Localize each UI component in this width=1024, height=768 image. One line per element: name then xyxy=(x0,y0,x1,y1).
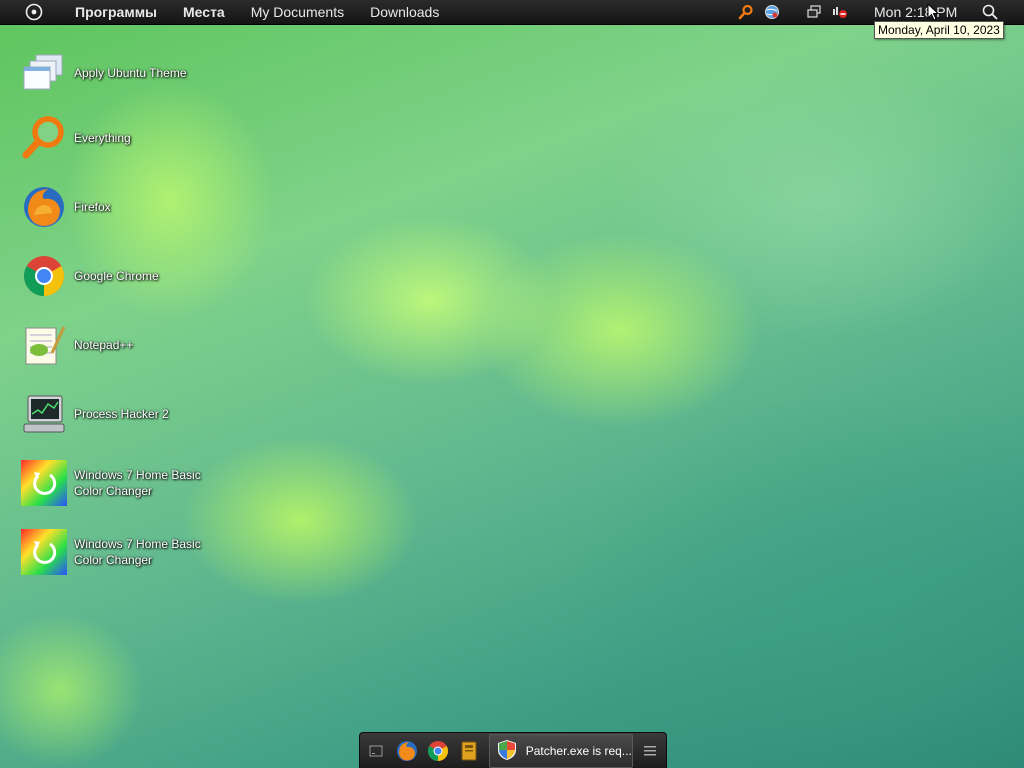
desktop-icon-firefox[interactable]: Firefox xyxy=(20,183,220,231)
desktop-icon-google-chrome[interactable]: Google Chrome xyxy=(20,252,220,300)
task-label: Patcher.exe is req... xyxy=(525,744,632,758)
dock: Patcher.exe is req... xyxy=(359,732,667,768)
desktop-icon-label: Process Hacker 2 xyxy=(74,407,169,421)
chrome-icon xyxy=(20,252,68,300)
windows-switcher-icon[interactable] xyxy=(804,0,824,24)
ubuntu-logo-icon[interactable] xyxy=(24,2,44,22)
archive-launcher-icon[interactable] xyxy=(454,735,485,767)
volume-muted-icon[interactable] xyxy=(830,0,850,24)
theme-windows-icon xyxy=(20,49,68,97)
color-changer-icon xyxy=(20,459,68,507)
desktop-icon-label: Windows 7 Home Basic Color Changer xyxy=(74,537,201,567)
top-panel: Программы Места My Documents Downloads M… xyxy=(0,0,1024,25)
desktop-icon-notepad-plus-plus[interactable]: Notepad++ xyxy=(20,321,220,369)
notepad-plus-plus-icon xyxy=(20,321,68,369)
mouse-cursor-icon xyxy=(927,2,940,26)
desktop-icon-everything[interactable]: Everything xyxy=(20,114,220,162)
magnifier-icon xyxy=(20,114,68,162)
chrome-launcher-icon[interactable] xyxy=(422,735,453,767)
desktop-icon-process-hacker-2[interactable]: Process Hacker 2 xyxy=(20,390,220,438)
firefox-launcher-icon[interactable] xyxy=(391,735,422,767)
dock-menu-icon[interactable] xyxy=(635,735,666,767)
desktop-icon-color-changer-2[interactable]: Windows 7 Home Basic Color Changer xyxy=(20,528,220,576)
menu-downloads[interactable]: Downloads xyxy=(357,0,452,24)
desktop-icon-label: Everything xyxy=(74,131,131,145)
process-hacker-icon xyxy=(20,390,68,438)
color-changer-icon xyxy=(20,528,68,576)
menu-places[interactable]: Места xyxy=(170,0,238,24)
desktop-icon-apply-ubuntu-theme[interactable]: Apply Ubuntu Theme xyxy=(20,49,220,97)
show-desktop-icon[interactable] xyxy=(360,735,391,767)
desktop-icon-label: Apply Ubuntu Theme xyxy=(74,66,187,80)
desktop-icon-label: Windows 7 Home Basic Color Changer xyxy=(74,468,201,498)
desktop-icon-label: Firefox xyxy=(74,200,111,214)
menu-programs[interactable]: Программы xyxy=(62,0,170,24)
desktop-icon-label: Notepad++ xyxy=(74,338,134,352)
search-everything-icon[interactable] xyxy=(736,0,756,24)
network-globe-icon[interactable] xyxy=(762,0,782,24)
task-patcher[interactable]: Patcher.exe is req... xyxy=(488,734,633,768)
windows-shield-icon xyxy=(496,739,518,764)
menu-my-documents[interactable]: My Documents xyxy=(238,0,357,24)
desktop-icon-color-changer-1[interactable]: Windows 7 Home Basic Color Changer xyxy=(20,459,220,507)
firefox-icon xyxy=(20,183,68,231)
desktop-icon-label: Google Chrome xyxy=(74,269,159,283)
